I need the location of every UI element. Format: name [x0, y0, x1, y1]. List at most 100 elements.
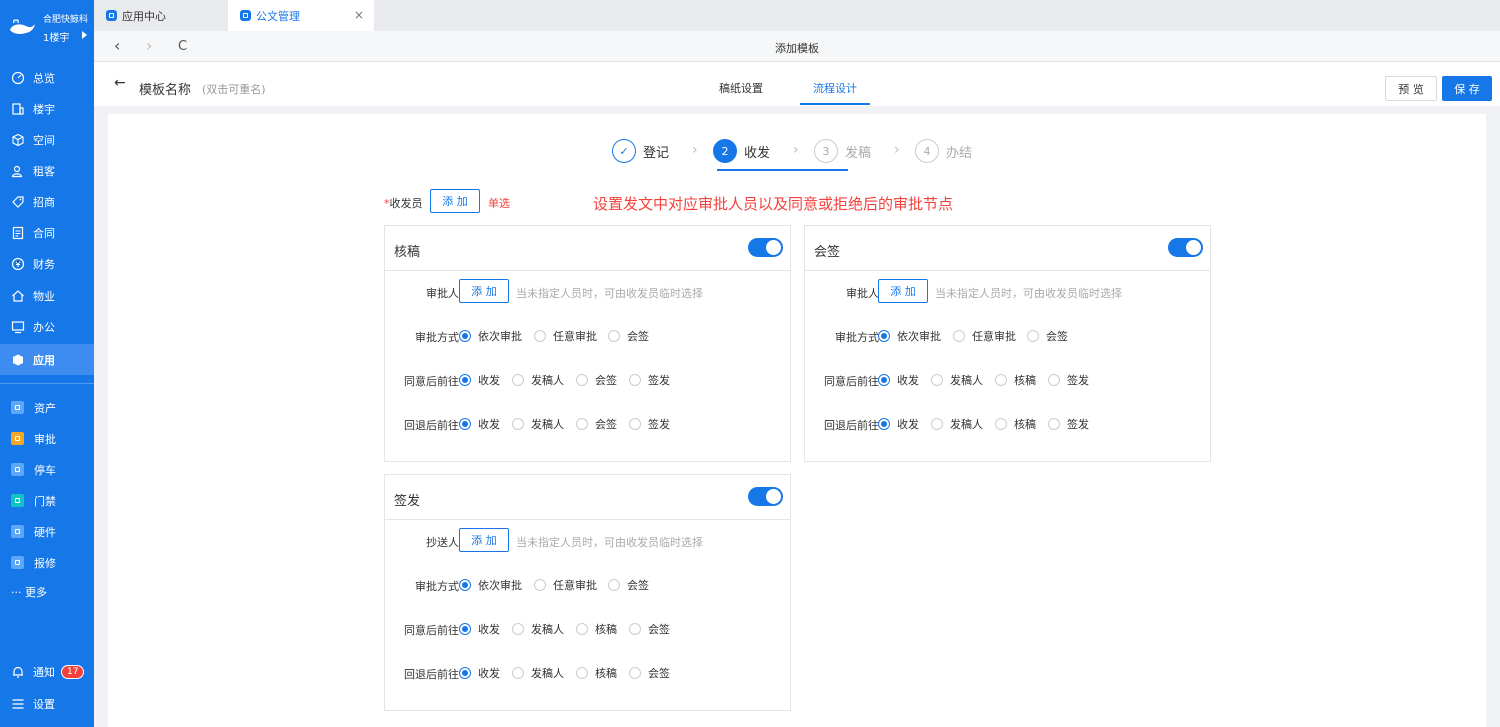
step-draft[interactable]: 3 发稿: [814, 139, 871, 163]
cube-icon: [11, 133, 25, 147]
sidebar-item-finance[interactable]: 财务: [0, 248, 94, 279]
dispatcher-label: *收发员: [384, 197, 423, 210]
radio-reject-option[interactable]: 签发: [1048, 416, 1089, 432]
tab-app-center[interactable]: 应用中心: [94, 0, 228, 31]
radio-any[interactable]: 任意审批: [953, 328, 1016, 344]
sidebar-more[interactable]: ··· 更多: [0, 576, 94, 607]
radio-reject-option[interactable]: 会签: [576, 416, 617, 432]
repair-icon: [11, 556, 24, 569]
add-approver-button[interactable]: 添 加: [878, 279, 928, 303]
sidebar-item-space[interactable]: 空间: [0, 124, 94, 155]
radio-reject-option[interactable]: 会签: [629, 665, 670, 681]
document-management-icon: [240, 10, 251, 21]
sidebar-app-assets[interactable]: 资产: [0, 392, 94, 423]
assets-icon: [11, 401, 24, 414]
enable-toggle[interactable]: [1168, 238, 1203, 257]
sidebar-notify[interactable]: 通知 17: [0, 656, 94, 687]
approver-label: 审批人: [426, 287, 459, 300]
radio-agree-option[interactable]: 核稿: [995, 372, 1036, 388]
enable-toggle[interactable]: [748, 487, 783, 506]
radio-reject-option[interactable]: 发稿人: [931, 416, 983, 432]
tab-document-management[interactable]: 公文管理 ×: [228, 0, 374, 31]
step-number: 3: [814, 139, 838, 163]
sidebar-item-label: 合同: [33, 226, 55, 240]
chevron-right-icon: ›: [793, 142, 799, 158]
radio-countersign[interactable]: 会签: [608, 577, 649, 593]
radio-countersign[interactable]: 会签: [608, 328, 649, 344]
radio-agree-option[interactable]: 发稿人: [931, 372, 983, 388]
radio-sequential[interactable]: 依次审批: [459, 328, 522, 344]
home-icon: [11, 289, 25, 303]
approver-hint: 当未指定人员时，可由收发员临时选择: [516, 287, 703, 300]
radio-agree-option[interactable]: 发稿人: [512, 621, 564, 637]
sidebar-item-label: 硬件: [34, 525, 56, 539]
sidebar-app-approval[interactable]: 审批: [0, 423, 94, 454]
sidebar-item-overview[interactable]: 总览: [0, 62, 94, 93]
sidebar-item-label: 财务: [33, 257, 55, 271]
radio-agree-option[interactable]: 签发: [1048, 372, 1089, 388]
radio-agree-option[interactable]: 收发: [459, 372, 500, 388]
radio-reject-option[interactable]: 收发: [459, 416, 500, 432]
page-header: ← 模板名称 (双击可重名) 稿纸设置 流程设计 预 览 保 存: [94, 62, 1500, 106]
sidebar-app-hardware[interactable]: 硬件: [0, 516, 94, 547]
approver-hint: 当未指定人员时，可由收发员临时选择: [935, 287, 1122, 300]
add-dispatcher-button[interactable]: 添 加: [430, 189, 480, 213]
step-dispatch[interactable]: 2 收发: [713, 139, 770, 163]
radio-reject-option[interactable]: 收发: [459, 665, 500, 681]
document-icon: [11, 226, 25, 240]
app-center-icon: [106, 10, 117, 21]
agree-label: 同意后前往: [824, 375, 879, 388]
sidebar-item-apps[interactable]: 应用: [0, 344, 94, 375]
sidebar-settings[interactable]: 设置: [0, 688, 94, 719]
step-complete[interactable]: 4 办结: [915, 139, 972, 163]
radio-any[interactable]: 任意审批: [534, 328, 597, 344]
card-header: 签发: [385, 475, 790, 520]
sidebar-item-office[interactable]: 办公: [0, 311, 94, 342]
radio-agree-option[interactable]: 发稿人: [512, 372, 564, 388]
radio-reject-option[interactable]: 发稿人: [512, 665, 564, 681]
org-switcher[interactable]: 合肥快鲸科 1楼宇: [0, 0, 94, 62]
sidebar-item-contract[interactable]: 合同: [0, 217, 94, 248]
radio-agree-option[interactable]: 核稿: [576, 621, 617, 637]
sidebar-app-parking[interactable]: 停车: [0, 454, 94, 485]
add-approver-button[interactable]: 添 加: [459, 279, 509, 303]
radio-agree-option[interactable]: 收发: [459, 621, 500, 637]
radio-agree-option[interactable]: 会签: [576, 372, 617, 388]
tab-process-design[interactable]: 流程设计: [813, 80, 857, 96]
radio-reject-option[interactable]: 收发: [878, 416, 919, 432]
preview-button[interactable]: 预 览: [1385, 76, 1437, 101]
save-button[interactable]: 保 存: [1442, 76, 1492, 101]
tab-paper-settings[interactable]: 稿纸设置: [719, 80, 763, 96]
sidebar-item-building[interactable]: 楼宇: [0, 93, 94, 124]
sidebar-app-repair[interactable]: 报修: [0, 547, 94, 578]
card-countersign: 会签 审批人 添 加 当未指定人员时，可由收发员临时选择 审批方式 依次审批 任…: [804, 225, 1211, 462]
sidebar-item-property[interactable]: 物业: [0, 280, 94, 311]
radio-reject-option[interactable]: 发稿人: [512, 416, 564, 432]
step-number: 4: [915, 139, 939, 163]
sidebar-item-tenant[interactable]: 租客: [0, 155, 94, 186]
radio-reject-option[interactable]: 核稿: [995, 416, 1036, 432]
back-arrow-icon[interactable]: ←: [114, 75, 126, 91]
step-register[interactable]: ✓ 登记: [612, 139, 669, 163]
sidebar: 合肥快鲸科 1楼宇 总览 楼宇 空间 租客 招商 合同 财务 物业 办公 应用: [0, 0, 94, 727]
radio-agree-option[interactable]: 会签: [629, 621, 670, 637]
sidebar-app-access[interactable]: 门禁: [0, 485, 94, 516]
check-icon: ✓: [612, 139, 636, 163]
tab-label: 应用中心: [122, 9, 166, 23]
radio-agree-option[interactable]: 收发: [878, 372, 919, 388]
rename-hint: (双击可重名): [202, 83, 266, 96]
add-cc-button[interactable]: 添 加: [459, 528, 509, 552]
template-name[interactable]: 模板名称: [139, 79, 191, 98]
sidebar-item-leasing[interactable]: 招商: [0, 186, 94, 217]
radio-sequential[interactable]: 依次审批: [459, 577, 522, 593]
radio-countersign[interactable]: 会签: [1027, 328, 1068, 344]
card-header: 核稿: [385, 226, 790, 271]
radio-agree-option[interactable]: 签发: [629, 372, 670, 388]
radio-reject-option[interactable]: 签发: [629, 416, 670, 432]
radio-any[interactable]: 任意审批: [534, 577, 597, 593]
close-tab-icon[interactable]: ×: [354, 8, 364, 22]
radio-sequential[interactable]: 依次审批: [878, 328, 941, 344]
enable-toggle[interactable]: [748, 238, 783, 257]
settings-label: 设置: [33, 697, 55, 711]
radio-reject-option[interactable]: 核稿: [576, 665, 617, 681]
